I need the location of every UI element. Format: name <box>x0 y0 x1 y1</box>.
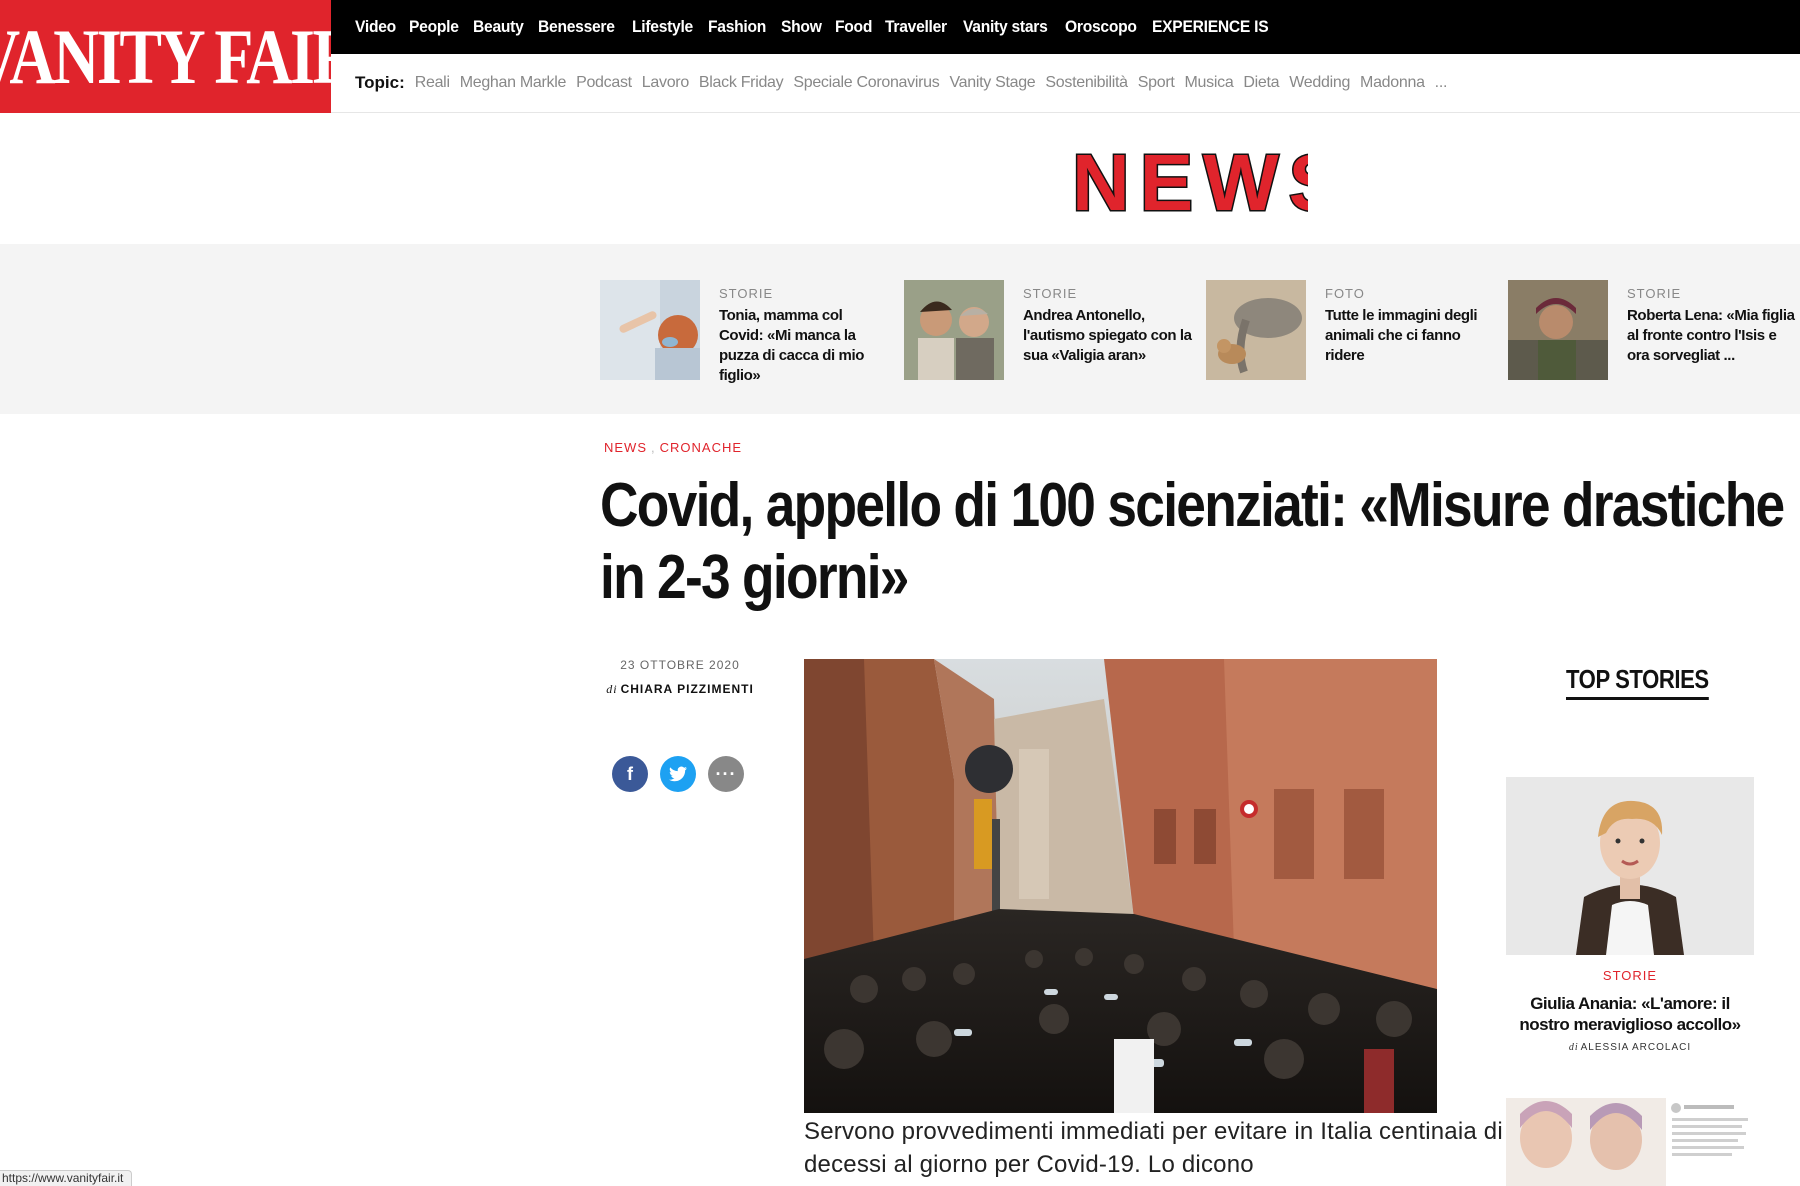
related-thumb[interactable] <box>1206 280 1306 380</box>
byline-prefix: di <box>606 682 618 696</box>
status-bar-url: https://www.vanityfair.it <box>0 1170 133 1186</box>
related-title[interactable]: Roberta Lena: «Mia figlia al fronte cont… <box>1627 306 1797 366</box>
topic-item-black-friday[interactable]: Black Friday <box>699 74 784 92</box>
article-date: 23 OTTOBRE 2020 <box>620 658 740 672</box>
nav-item-food[interactable]: Food <box>835 17 872 37</box>
nav-item-vanity-stars[interactable]: Vanity stars <box>963 17 1048 37</box>
topic-item-speciale-coronavirus[interactable]: Speciale Coronavirus <box>793 74 939 92</box>
article-summary: Servono provvedimenti immediati per evit… <box>804 1118 1503 1178</box>
nav-item-video[interactable]: Video <box>355 17 396 37</box>
related-card[interactable]: FOTO Tutte le immagini degli animali che… <box>1206 280 1496 380</box>
more-icon: ··· <box>715 763 737 784</box>
breadcrumb-news[interactable]: NEWS <box>604 440 647 455</box>
top-story-category: STORIE <box>1602 968 1658 983</box>
related-card[interactable]: STORIE Tonia, mamma col Covid: «Mi manca… <box>600 280 890 384</box>
hero-crowd-photo <box>804 659 1437 1113</box>
article-byline: di CHIARA PIZZIMENTI <box>600 682 760 697</box>
top-story-author[interactable]: ALESSIA ARCOLACI <box>1581 1042 1692 1053</box>
related-category: STORIE <box>1023 286 1078 301</box>
nav-item-show[interactable]: Show <box>781 17 822 37</box>
facebook-icon: f <box>627 763 633 784</box>
topic-item-madonna[interactable]: Madonna <box>1360 74 1425 92</box>
topic-item-sport[interactable]: Sport <box>1138 74 1175 92</box>
related-card[interactable]: STORIE Roberta Lena: «Mia figlia al fron… <box>1508 280 1798 380</box>
more-share-button[interactable]: ··· <box>708 756 744 792</box>
top-story-byline: di ALESSIA ARCOLACI <box>1506 1042 1754 1053</box>
related-category: FOTO <box>1325 286 1365 301</box>
topic-item-vanity-stage[interactable]: Vanity Stage <box>949 74 1035 92</box>
nav-item-traveller[interactable]: Traveller <box>885 17 947 37</box>
section-banner-text: NEWS <box>1072 140 1308 220</box>
nav-item-people[interactable]: People <box>409 17 459 37</box>
related-category: STORIE <box>1627 286 1682 301</box>
related-card[interactable]: STORIE Andrea Antonello, l'autismo spieg… <box>904 280 1194 380</box>
nav-item-experience-is[interactable]: EXPERIENCE IS <box>1152 17 1269 37</box>
topic-item-wedding[interactable]: Wedding <box>1289 74 1350 92</box>
hero-image[interactable] <box>804 659 1437 1113</box>
breadcrumb: NEWS, CRONACHE <box>604 440 742 455</box>
topic-item-musica[interactable]: Musica <box>1185 74 1234 92</box>
topic-item-reali[interactable]: Reali <box>415 74 450 92</box>
topic-item-sostenibilita[interactable]: Sostenibilità <box>1045 74 1128 92</box>
twitter-share-button[interactable] <box>660 756 696 792</box>
article-headline: Covid, appello di 100 scienziati: «Misur… <box>600 471 1785 612</box>
top-story-byline-prefix: di <box>1568 1042 1579 1053</box>
related-title[interactable]: Tonia, mamma col Covid: «Mi manca la puz… <box>719 306 889 386</box>
twitter-icon <box>669 766 687 782</box>
topic-item-dieta[interactable]: Dieta <box>1243 74 1279 92</box>
related-thumb[interactable] <box>600 280 700 380</box>
facebook-share-button[interactable]: f <box>612 756 648 792</box>
top-story-title[interactable]: Giulia Anania: «L'amore: il nostro merav… <box>1506 993 1754 1035</box>
breadcrumb-separator: , <box>651 440 656 455</box>
top-story-image[interactable] <box>1506 777 1754 955</box>
nav-item-fashion[interactable]: Fashion <box>708 17 766 37</box>
topic-more[interactable]: ... <box>1435 74 1448 92</box>
related-strip: STORIE Tonia, mamma col Covid: «Mi manca… <box>0 244 1800 414</box>
nav-item-benessere[interactable]: Benessere <box>538 17 615 37</box>
share-buttons: f ··· <box>612 756 744 792</box>
section-banner: NEWS <box>1068 137 1344 229</box>
nav-item-beauty[interactable]: Beauty <box>473 17 524 37</box>
breadcrumb-cronache[interactable]: CRONACHE <box>660 440 742 455</box>
logo-text: VANITY FAIR <box>0 12 359 100</box>
nav-item-oroscopo[interactable]: Oroscopo <box>1065 17 1137 37</box>
topic-item-podcast[interactable]: Podcast <box>576 74 632 92</box>
related-thumb[interactable] <box>904 280 1004 380</box>
related-title[interactable]: Tutte le immagini degli animali che ci f… <box>1325 306 1495 366</box>
section-banner-graphic: NEWS <box>1071 137 1344 229</box>
author-name[interactable]: CHIARA PIZZIMENTI <box>621 682 754 696</box>
topic-item-lavoro[interactable]: Lavoro <box>642 74 689 92</box>
related-title[interactable]: Andrea Antonello, l'autismo spiegato con… <box>1023 306 1193 366</box>
nav-item-lifestyle[interactable]: Lifestyle <box>632 17 693 37</box>
topic-item-meghan-markle[interactable]: Meghan Markle <box>460 74 567 92</box>
top-stories-heading: TOP STORIES <box>1566 664 1709 700</box>
topic-bar: Topic: Reali Meghan Markle Podcast Lavor… <box>331 54 1800 113</box>
topic-label: Topic: <box>355 73 405 92</box>
main-nav: Video People Beauty Benessere Lifestyle … <box>331 0 1800 54</box>
site-logo[interactable]: VANITY FAIR <box>0 0 359 113</box>
top-story-image-2[interactable] <box>1506 1098 1754 1186</box>
related-thumb[interactable] <box>1508 280 1608 380</box>
related-category: STORIE <box>719 286 774 301</box>
